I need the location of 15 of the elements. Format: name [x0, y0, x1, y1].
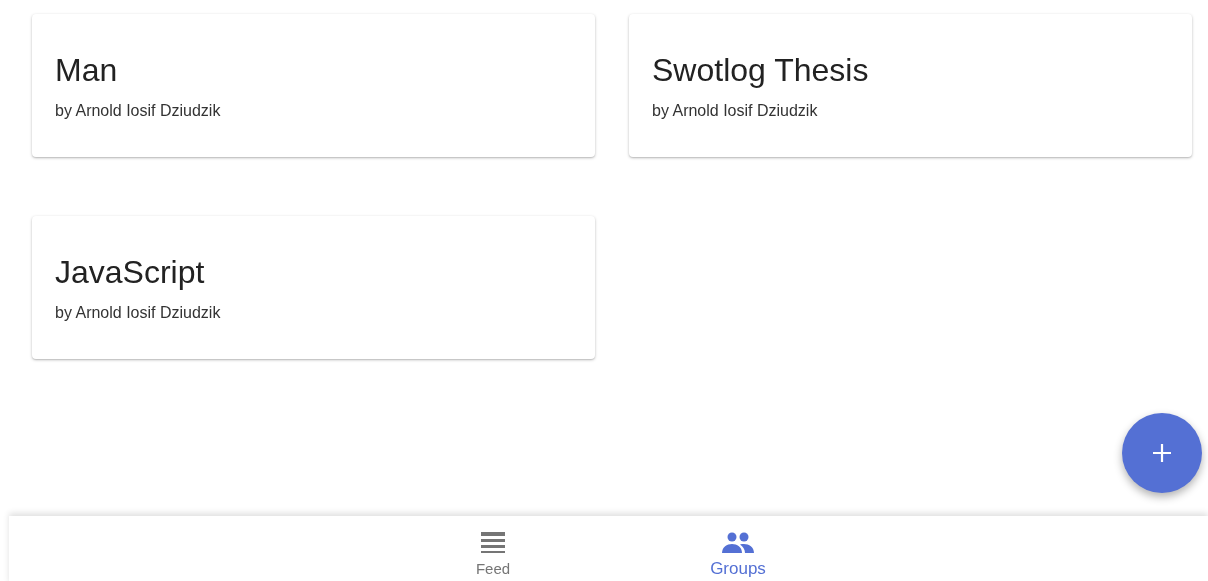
people-icon: [721, 530, 755, 556]
nav-tab[interactable]: Feed: [448, 516, 538, 581]
list-icon: [479, 530, 507, 556]
group-title: Man: [55, 52, 119, 88]
group-author: by Arnold Iosif Dziudzik: [652, 102, 819, 120]
group-author: by Arnold Iosif Dziudzik: [55, 102, 222, 120]
group-title: JavaScript: [55, 254, 206, 290]
nav-tab[interactable]: Groups: [693, 516, 783, 581]
group-title: Swotlog Thesis: [652, 52, 870, 88]
plus-icon: [1151, 442, 1173, 464]
group-author: by Arnold Iosif Dziudzik: [55, 304, 222, 322]
group-card[interactable]: Swotlog Thesis by Arnold Iosif Dziudzik: [629, 14, 1192, 157]
group-card[interactable]: JavaScript by Arnold Iosif Dziudzik: [32, 216, 595, 359]
add-button[interactable]: [1122, 413, 1202, 493]
group-card[interactable]: Man by Arnold Iosif Dziudzik: [32, 14, 595, 157]
